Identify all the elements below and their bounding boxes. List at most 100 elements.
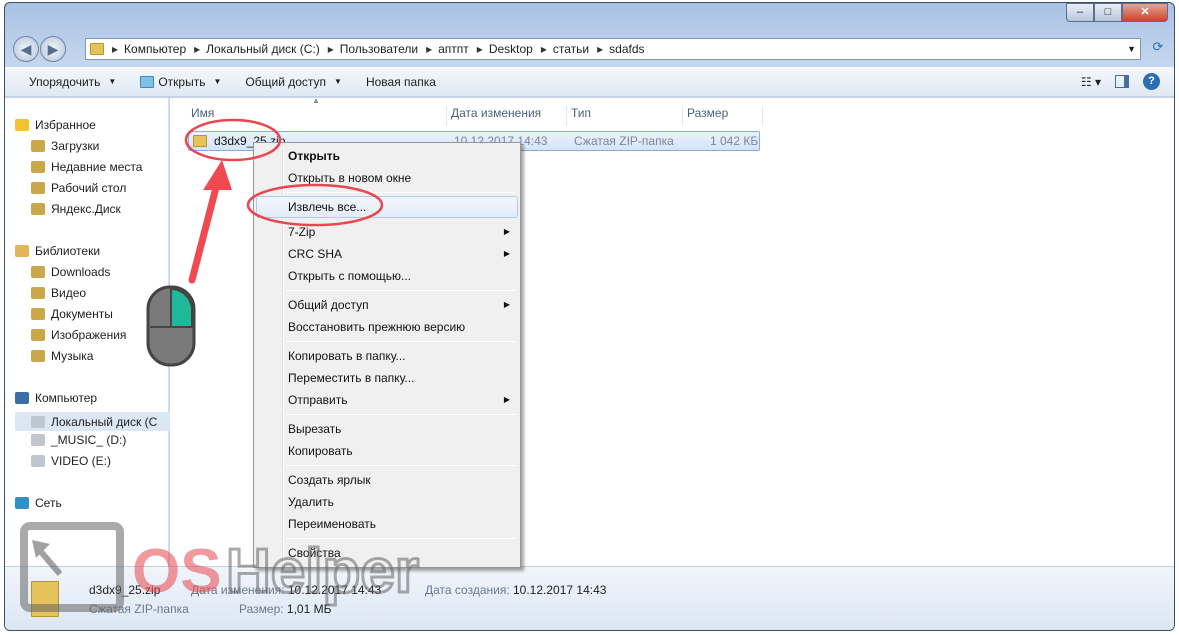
sidebar-item[interactable]: Видео [31,286,86,300]
sidebar-item[interactable]: Яндекс.Диск [31,202,121,216]
sidebar-item-icon [31,203,45,215]
close-button[interactable]: ✕ [1122,3,1168,22]
menu-item[interactable]: Копировать [256,440,518,462]
help-icon[interactable]: ? [1143,73,1160,90]
sidebar-item[interactable]: Downloads [31,265,110,279]
column-size[interactable]: Размер [683,106,763,126]
menu-separator [286,465,516,466]
menu-item[interactable]: Восстановить прежнюю версию [256,316,518,338]
column-date[interactable]: Дата изменения [447,106,567,126]
sidebar-item[interactable]: Недавние места [31,160,142,174]
breadcrumb-item[interactable]: Пользователи [328,42,418,56]
open-button[interactable]: Открыть ▼ [140,75,221,89]
size-value: 1,01 МБ [286,602,332,616]
status-type: Сжатая ZIP-папка [89,602,189,616]
menu-item[interactable]: Переименовать [256,513,518,535]
sidebar-item[interactable]: _MUSIC_ (D:) [31,433,126,447]
view-options-icon[interactable]: ☷ ▾ [1081,75,1101,89]
menu-item[interactable]: Открыть в новом окне [256,167,518,189]
menu-item[interactable]: Извлечь все... [256,196,518,218]
breadcrumb-item[interactable]: статьи [541,42,589,56]
menu-item[interactable]: Открыть [256,145,518,167]
sidebar-item[interactable]: Музыка [31,349,93,363]
sidebar-computer[interactable]: Компьютер [15,391,97,405]
sidebar-item-label: Рабочий стол [51,181,127,195]
sidebar-item-icon [31,182,45,194]
preview-pane-icon[interactable] [1115,75,1129,88]
sidebar-item[interactable]: Локальный диск (C [15,412,170,431]
address-bar[interactable]: Компьютер Локальный диск (C:) Пользователи… [85,38,1141,60]
submenu-arrow-icon: ▶ [503,395,510,404]
sidebar-item-label: _MUSIC_ (D:) [51,433,127,447]
details-pane: d3dx9_25.zip Сжатая ZIP-папка Дата измен… [5,566,1174,630]
sidebar-item-label: Downloads [51,265,111,279]
menu-item[interactable]: 7-Zip ▶ [256,221,518,243]
file-type: Сжатая ZIP-папка [574,134,674,148]
sidebar-item[interactable]: Изображения [31,328,126,342]
sidebar-item-icon [31,415,45,428]
open-label: Открыть [158,74,206,89]
minimize-button[interactable]: – [1066,3,1094,22]
menu-item[interactable]: Копировать в папку... [256,345,518,367]
computer-icon [15,392,29,404]
sidebar-item[interactable]: VIDEO (E:) [31,454,111,468]
zip-folder-icon [193,135,207,147]
menu-item[interactable]: CRC SHA ▶ [256,243,518,265]
sidebar-item-icon [31,434,45,446]
chevron-down-icon: ▼ [108,77,117,86]
sidebar-item-icon [31,329,45,341]
breadcrumb-item[interactable]: Локальный диск (C:) [194,42,320,56]
menu-item[interactable]: Удалить [256,491,518,513]
menu-separator [286,414,516,415]
forward-button[interactable]: ▶ [40,36,66,62]
share-button[interactable]: Общий доступ ▼ [245,75,342,89]
folder-icon [90,43,104,55]
sidebar-item-icon [31,455,45,467]
toolbar: Упорядочить ▼ Открыть ▼ Общий доступ ▼ Нова… [5,67,1174,97]
menu-item[interactable]: Отправить ▶ [256,389,518,411]
chevron-down-icon[interactable]: ▼ [1127,44,1136,54]
menu-separator [286,192,516,193]
menu-item[interactable]: Общий доступ ▶ [256,294,518,316]
maximize-button[interactable]: □ [1094,3,1122,22]
favorites-label: Избранное [35,118,96,132]
new-folder-button[interactable]: Новая папка [366,75,436,89]
organize-label: Упорядочить [29,74,101,89]
sidebar-network[interactable]: Сеть [15,496,62,510]
breadcrumb-item[interactable]: Desktop [477,42,533,56]
sort-arrow-icon: ▲ [312,96,320,105]
sidebar-item-label: Загрузки [51,139,100,153]
sidebar-item[interactable]: Документы [31,307,113,321]
breadcrumb-item[interactable]: Компьютер [112,42,186,56]
breadcrumb-item[interactable]: аптпт [426,42,469,56]
sidebar-item-label: Музыка [51,349,94,363]
sidebar-item-icon [31,140,45,152]
new-folder-label: Новая папка [365,74,436,89]
sidebar-item-label: Видео [51,286,87,300]
sidebar-item[interactable]: Рабочий стол [31,181,126,195]
menu-item[interactable]: Переместить в папку... [256,367,518,389]
computer-label: Компьютер [35,391,98,405]
breadcrumb-item[interactable]: sdafds [597,42,644,56]
organize-button[interactable]: Упорядочить ▼ [29,75,116,89]
share-label: Общий доступ [245,74,327,89]
favorites-icon [15,119,29,131]
menu-item[interactable]: Вырезать [256,418,518,440]
column-type[interactable]: Тип [567,106,683,126]
status-name: d3dx9_25.zip [89,583,161,597]
column-name[interactable]: Имя [187,106,447,126]
submenu-arrow-icon: ▶ [503,300,510,309]
modified-label: Дата изменения: [191,583,285,597]
sidebar-favorites[interactable]: Избранное [15,118,96,132]
menu-item[interactable]: Открыть с помощью... [256,265,518,287]
menu-item[interactable]: Свойства [256,542,518,564]
menu-item[interactable]: Создать ярлык [256,469,518,491]
chevron-down-icon: ▼ [334,77,342,86]
submenu-arrow-icon: ▶ [503,249,510,258]
sidebar-item[interactable]: Загрузки [31,139,99,153]
refresh-icon[interactable]: ⟳ [1147,39,1169,59]
menu-separator [286,538,516,539]
sidebar-libraries[interactable]: Библиотеки [15,244,100,258]
navigation-pane: Избранное Загрузки Недавние места Рабочий с… [5,98,170,566]
back-button[interactable]: ◀ [13,36,39,62]
